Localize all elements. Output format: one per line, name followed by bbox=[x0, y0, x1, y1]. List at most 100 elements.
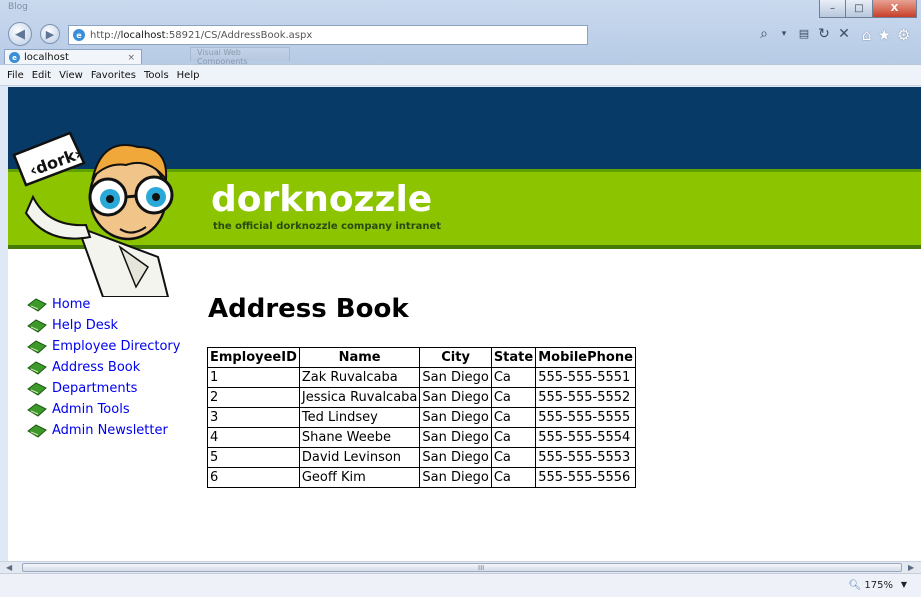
sidebar-item-admin-newsletter[interactable]: Admin Newsletter bbox=[27, 420, 180, 441]
ie-page-icon: e bbox=[73, 29, 85, 41]
site-logo-text: dorknozzle bbox=[211, 179, 433, 220]
zoom-icon: 🔍︎ bbox=[848, 580, 862, 591]
menu-file[interactable]: File bbox=[7, 70, 24, 81]
address-tools: ⌕ ▾ ▤ ↻ ✕ bbox=[756, 26, 852, 42]
dropdown-icon[interactable]: ▾ bbox=[776, 26, 792, 42]
cell-name: Geoff Kim bbox=[298, 467, 421, 488]
cell-city: San Diego bbox=[419, 447, 492, 468]
scrollbar-thumb[interactable]: III bbox=[22, 563, 902, 572]
cell-name: Ted Lindsey bbox=[298, 407, 421, 428]
cell-employeeid: 1 bbox=[207, 367, 300, 388]
table-row: 1 Zak Ruvalcaba San Diego Ca 555-555-555… bbox=[207, 367, 636, 388]
ie-tab-icon: e bbox=[9, 52, 20, 63]
refresh-icon[interactable]: ↻ bbox=[816, 26, 832, 42]
close-button[interactable]: X bbox=[873, 0, 917, 18]
sidebar-item-label: Departments bbox=[52, 381, 138, 396]
cell-city: San Diego bbox=[419, 467, 492, 488]
zoom-level[interactable]: 🔍︎ 175% bbox=[849, 580, 893, 591]
book-leaf-icon bbox=[27, 402, 47, 417]
sidebar-item-employee-directory[interactable]: Employee Directory bbox=[27, 336, 180, 357]
minimize-icon: – bbox=[830, 3, 835, 14]
dork-sign: ‹dork› bbox=[12, 131, 86, 187]
address-url[interactable]: http://localhost:58921/CS/AddressBook.as… bbox=[90, 30, 312, 41]
maximize-button[interactable]: □ bbox=[846, 0, 873, 18]
menu-favorites[interactable]: Favorites bbox=[91, 70, 136, 81]
address-book-table: EmployeeID Name City State MobilePhone 1… bbox=[207, 347, 636, 488]
table-row: 5 David Levinson San Diego Ca 555-555-55… bbox=[207, 447, 636, 468]
cell-city: San Diego bbox=[419, 387, 492, 408]
book-leaf-icon bbox=[27, 318, 47, 333]
compatibility-icon[interactable]: ▤ bbox=[796, 26, 812, 42]
table-header-row: EmployeeID Name City State MobilePhone bbox=[207, 347, 636, 368]
sidebar-item-admin-tools[interactable]: Admin Tools bbox=[27, 399, 180, 420]
zoom-value: 175% bbox=[864, 580, 893, 591]
address-bar[interactable]: e http://localhost:58921/CS/AddressBook.… bbox=[68, 25, 588, 45]
cell-state: Ca bbox=[490, 387, 537, 408]
site-tagline: the official dorknozzle company intranet bbox=[213, 221, 442, 232]
column-header-name: Name bbox=[298, 347, 421, 368]
cell-mobilephone: 555-555-5551 bbox=[535, 367, 636, 388]
cell-state: Ca bbox=[490, 367, 537, 388]
cell-employeeid: 2 bbox=[207, 387, 300, 408]
sidebar-item-home[interactable]: Home bbox=[27, 294, 180, 315]
sidebar-item-help-desk[interactable]: Help Desk bbox=[27, 315, 180, 336]
table-row: 6 Geoff Kim San Diego Ca 555-555-5556 bbox=[207, 467, 636, 488]
cell-name: Zak Ruvalcaba bbox=[298, 367, 421, 388]
book-leaf-icon bbox=[27, 339, 47, 354]
stop-icon[interactable]: ✕ bbox=[836, 26, 852, 42]
tab-background[interactable]: Visual Web Components bbox=[190, 47, 290, 66]
scroll-right-icon[interactable]: ▶ bbox=[908, 563, 914, 572]
cell-city: San Diego bbox=[419, 427, 492, 448]
settings-gear-icon[interactable]: ⚙ bbox=[897, 26, 910, 44]
column-header-state: State bbox=[490, 347, 537, 368]
tab-localhost[interactable]: e localhost × bbox=[4, 49, 142, 65]
home-icon[interactable]: ⌂ bbox=[862, 26, 872, 44]
back-button[interactable]: ◀ bbox=[8, 22, 32, 46]
sidebar-item-departments[interactable]: Departments bbox=[27, 378, 180, 399]
cell-mobilephone: 555-555-5553 bbox=[535, 447, 636, 468]
favorites-star-icon[interactable]: ★ bbox=[878, 26, 891, 44]
sidebar-nav: Home Help Desk Employee Directory Addres… bbox=[27, 294, 180, 441]
tab-close-icon[interactable]: × bbox=[127, 53, 135, 63]
cell-mobilephone: 555-555-5552 bbox=[535, 387, 636, 408]
url-host: localhost bbox=[120, 29, 166, 41]
column-header-employeeid: EmployeeID bbox=[207, 347, 300, 368]
book-leaf-icon bbox=[27, 381, 47, 396]
sidebar-item-label: Employee Directory bbox=[52, 339, 181, 354]
cell-employeeid: 4 bbox=[207, 427, 300, 448]
cell-name: Jessica Ruvalcaba bbox=[298, 387, 421, 408]
sidebar-item-address-book[interactable]: Address Book bbox=[27, 357, 180, 378]
arrow-left-icon: ◀ bbox=[15, 26, 25, 42]
menu-view[interactable]: View bbox=[59, 70, 83, 81]
table-row: 2 Jessica Ruvalcaba San Diego Ca 555-555… bbox=[207, 387, 636, 408]
status-bar: 🔍︎ 175% ▼ bbox=[0, 573, 921, 597]
zoom-dropdown-icon[interactable]: ▼ bbox=[901, 580, 907, 589]
book-leaf-icon bbox=[27, 423, 47, 438]
menu-tools[interactable]: Tools bbox=[144, 70, 169, 81]
dork-mascot-image: ‹dork› bbox=[12, 131, 174, 297]
book-leaf-icon bbox=[27, 360, 47, 375]
column-header-mobilephone: MobilePhone bbox=[535, 347, 636, 368]
cell-city: San Diego bbox=[419, 367, 492, 388]
table-row: 3 Ted Lindsey San Diego Ca 555-555-5555 bbox=[207, 407, 636, 428]
arrow-right-icon: ▶ bbox=[45, 27, 55, 41]
sidebar-item-label: Admin Newsletter bbox=[52, 423, 168, 438]
sidebar-item-label: Help Desk bbox=[52, 318, 119, 333]
search-icon[interactable]: ⌕ bbox=[756, 26, 772, 42]
sidebar-item-label: Home bbox=[52, 297, 91, 312]
menu-help[interactable]: Help bbox=[177, 70, 200, 81]
minimize-button[interactable]: – bbox=[819, 0, 846, 18]
cell-state: Ca bbox=[490, 467, 537, 488]
window-title: Blog bbox=[8, 2, 28, 12]
forward-button[interactable]: ▶ bbox=[40, 24, 60, 44]
tab-label: localhost bbox=[24, 52, 69, 63]
scroll-left-icon[interactable]: ◀ bbox=[6, 563, 12, 572]
book-leaf-icon bbox=[27, 297, 47, 312]
cell-city: San Diego bbox=[419, 407, 492, 428]
cell-name: Shane Weebe bbox=[298, 427, 421, 448]
menu-edit[interactable]: Edit bbox=[32, 70, 51, 81]
window-controls: – □ X bbox=[819, 0, 917, 18]
cell-name: David Levinson bbox=[298, 447, 421, 468]
cell-state: Ca bbox=[490, 407, 537, 428]
horizontal-scrollbar[interactable]: ◀ III ▶ bbox=[0, 561, 921, 573]
